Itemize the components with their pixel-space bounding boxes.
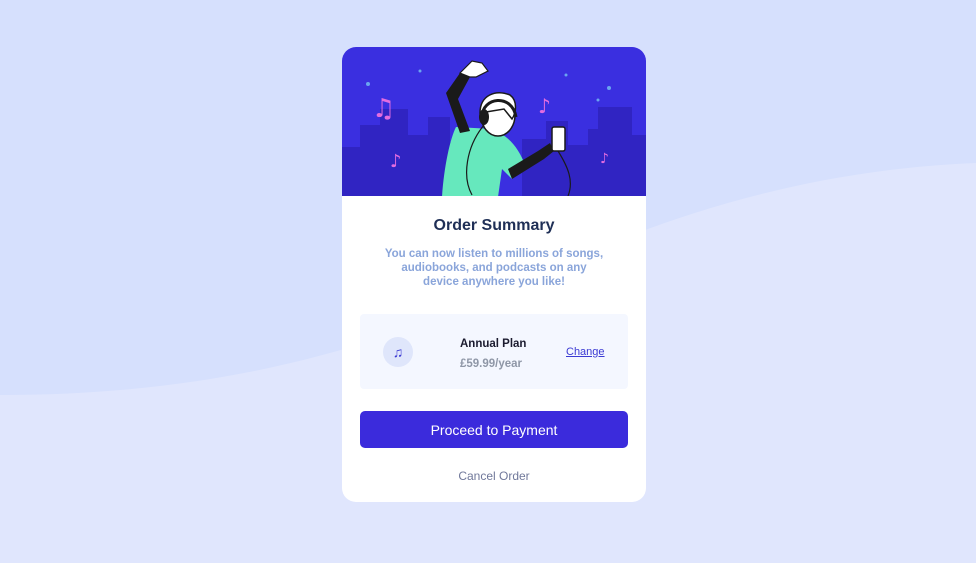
svg-text:♪: ♪ xyxy=(390,151,402,172)
cancel-order-button[interactable]: Cancel Order xyxy=(342,469,646,483)
plan-price: £59.99/year xyxy=(460,358,523,370)
music-note-icon: ♫ xyxy=(383,337,413,367)
svg-text:♫: ♫ xyxy=(372,94,395,124)
order-summary-card: ♫ ♪ ♪ ♪ Order Summary You can now listen… xyxy=(342,47,646,502)
hero-illustration: ♫ ♪ ♪ ♪ xyxy=(342,47,646,196)
plan-box: ♫ Annual Plan £59.99/year Change xyxy=(360,314,628,389)
svg-text:♪: ♪ xyxy=(538,94,551,118)
proceed-to-payment-button[interactable]: Proceed to Payment xyxy=(360,411,628,448)
change-plan-link[interactable]: Change xyxy=(566,346,605,358)
plan-name: Annual Plan xyxy=(460,338,527,350)
svg-text:♪: ♪ xyxy=(600,151,609,167)
card-description: You can now listen to millions of songs,… xyxy=(384,248,604,288)
card-title: Order Summary xyxy=(433,217,555,234)
